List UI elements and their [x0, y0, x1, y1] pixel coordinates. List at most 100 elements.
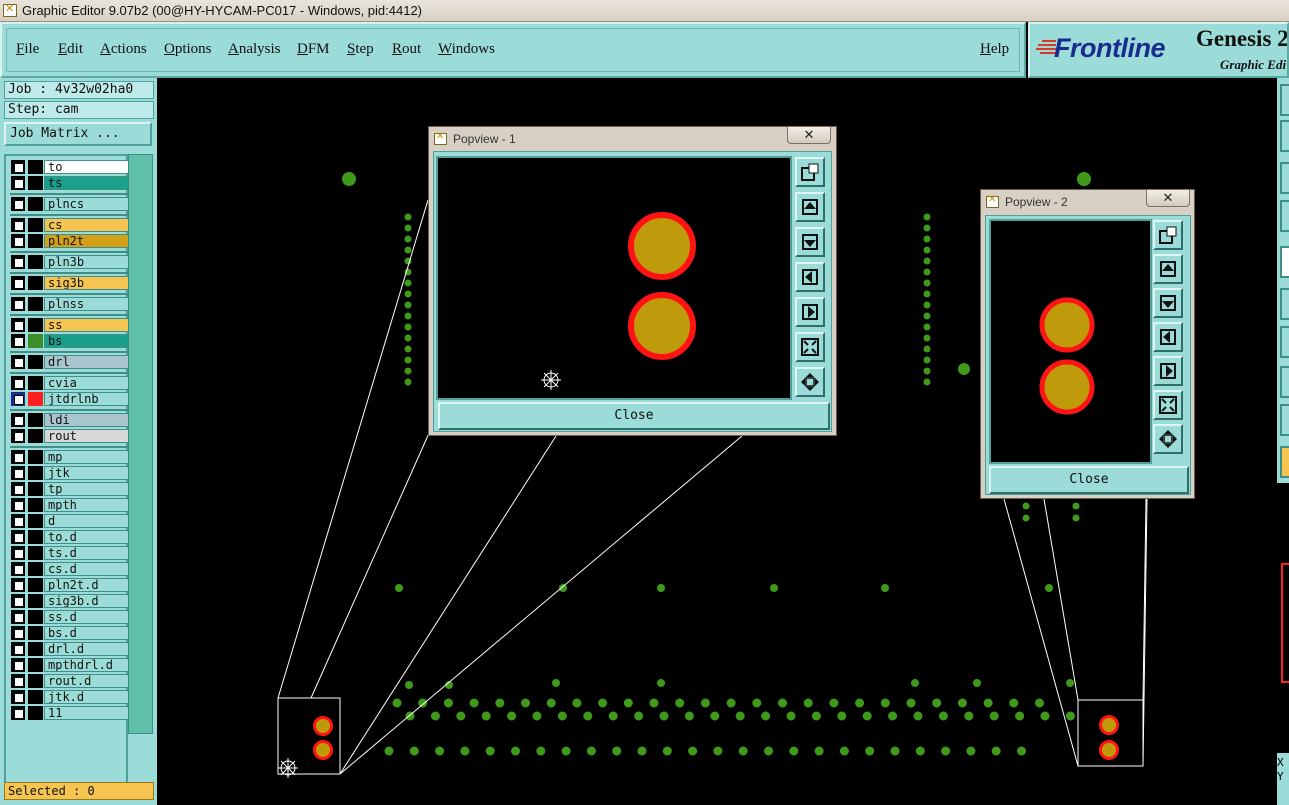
popview-1-close-x[interactable]: ✕ [787, 126, 831, 144]
layer-checkbox[interactable] [11, 482, 25, 496]
layer-row[interactable]: jtdrlnb [10, 392, 130, 406]
layer-name[interactable]: cs.d [44, 562, 130, 576]
layer-checkbox[interactable] [11, 255, 25, 269]
menu-options[interactable]: Options [164, 41, 212, 58]
layer-checkbox[interactable] [11, 218, 25, 232]
layer-color-swatch[interactable] [28, 562, 43, 576]
menu-actions[interactable]: Actions [100, 41, 147, 58]
menu-help[interactable]: Help [980, 41, 1009, 58]
pan-up-button[interactable] [1153, 254, 1183, 284]
layer-row[interactable]: to.d [10, 530, 130, 544]
layer-color-swatch[interactable] [28, 546, 43, 560]
layer-checkbox[interactable] [11, 690, 25, 704]
layer-checkbox[interactable] [11, 234, 25, 248]
layer-color-swatch[interactable] [28, 642, 43, 656]
popview-2-viewport[interactable] [989, 219, 1152, 464]
right-tool-button[interactable] [1280, 404, 1289, 436]
pan-right-button[interactable] [795, 297, 825, 327]
layer-color-swatch[interactable] [28, 413, 43, 427]
layer-name[interactable]: plncs [44, 197, 130, 211]
layer-checkbox[interactable] [11, 413, 25, 427]
layer-row[interactable]: ldi [10, 413, 130, 427]
layer-color-swatch[interactable] [28, 706, 43, 720]
layer-color-swatch[interactable] [28, 450, 43, 464]
layer-row[interactable]: cs [10, 218, 130, 232]
menu-file[interactable]: File [16, 41, 39, 58]
layer-name[interactable]: to.d [44, 530, 130, 544]
layer-row[interactable]: pln2t.d [10, 578, 130, 592]
layer-row[interactable]: plncs [10, 197, 130, 211]
right-tool-button[interactable] [1280, 326, 1289, 358]
layer-row[interactable]: sig3b.d [10, 594, 130, 608]
layer-row[interactable]: ts.d [10, 546, 130, 560]
layer-checkbox[interactable] [11, 546, 25, 560]
layer-checkbox[interactable] [11, 429, 25, 443]
layer-name[interactable]: plnss [44, 297, 130, 311]
layer-row[interactable]: d [10, 514, 130, 528]
layer-row[interactable]: ss [10, 318, 130, 332]
right-tool-button[interactable] [1280, 120, 1289, 152]
menu-dfm[interactable]: DFM [297, 41, 330, 58]
layer-checkbox[interactable] [11, 160, 25, 174]
layer-color-swatch[interactable] [28, 578, 43, 592]
layer-color-swatch[interactable] [28, 376, 43, 390]
layer-checkbox[interactable] [11, 658, 25, 672]
layer-checkbox[interactable] [11, 376, 25, 390]
layer-name[interactable]: mpthdrl.d [44, 658, 130, 672]
layer-row[interactable]: drl.d [10, 642, 130, 656]
layer-name[interactable]: to [44, 160, 130, 174]
layer-checkbox[interactable] [11, 626, 25, 640]
zoom-home-button[interactable] [795, 157, 825, 187]
layer-color-swatch[interactable] [28, 482, 43, 496]
layer-checkbox[interactable] [11, 276, 25, 290]
pan-left-button[interactable] [1153, 322, 1183, 352]
layer-row[interactable]: cs.d [10, 562, 130, 576]
pan-down-button[interactable] [1153, 288, 1183, 318]
layer-name[interactable]: drl [44, 355, 130, 369]
layer-name[interactable]: ts.d [44, 546, 130, 560]
layer-checkbox[interactable] [11, 706, 25, 720]
layer-color-swatch[interactable] [28, 234, 43, 248]
layer-color-swatch[interactable] [28, 176, 43, 190]
layer-row[interactable]: cvia [10, 376, 130, 390]
layer-checkbox[interactable] [11, 334, 25, 348]
layer-row[interactable]: rout [10, 429, 130, 443]
menu-rout[interactable]: Rout [392, 41, 421, 58]
layer-row[interactable]: pln3b [10, 255, 130, 269]
right-tool-button[interactable] [1280, 162, 1289, 194]
layer-row[interactable]: mpthdrl.d [10, 658, 130, 672]
zoom-home-button[interactable] [1153, 220, 1183, 250]
layer-checkbox[interactable] [11, 498, 25, 512]
layer-checkbox[interactable] [11, 392, 25, 406]
layer-name[interactable]: sig3b.d [44, 594, 130, 608]
layer-checkbox[interactable] [11, 578, 25, 592]
layer-name[interactable]: mp [44, 450, 130, 464]
layer-checkbox[interactable] [11, 530, 25, 544]
layer-name[interactable]: pln3b [44, 255, 130, 269]
right-tool-button[interactable] [1280, 288, 1289, 320]
layer-name[interactable]: drl.d [44, 642, 130, 656]
layer-name[interactable]: d [44, 514, 130, 528]
right-tool-button[interactable] [1280, 366, 1289, 398]
pan-down-button[interactable] [795, 227, 825, 257]
layer-row[interactable]: sig3b [10, 276, 130, 290]
layer-row[interactable]: pln2t [10, 234, 130, 248]
popview-1-close-button[interactable]: Close [438, 402, 830, 430]
layer-color-swatch[interactable] [28, 498, 43, 512]
zoom-out-button[interactable] [795, 367, 825, 397]
layer-color-swatch[interactable] [28, 318, 43, 332]
layer-row[interactable]: to [10, 160, 130, 174]
layer-checkbox[interactable] [11, 176, 25, 190]
popview-1-viewport[interactable] [436, 156, 792, 400]
layer-color-swatch[interactable] [28, 674, 43, 688]
layer-name[interactable]: rout.d [44, 674, 130, 688]
layer-row[interactable]: rout.d [10, 674, 130, 688]
layer-name[interactable]: mpth [44, 498, 130, 512]
layer-name[interactable]: ss [44, 318, 130, 332]
layer-color-swatch[interactable] [28, 334, 43, 348]
menu-edit[interactable]: Edit [58, 41, 83, 58]
layer-name[interactable]: tp [44, 482, 130, 496]
layer-name[interactable]: ss.d [44, 610, 130, 624]
layer-name[interactable]: bs.d [44, 626, 130, 640]
layer-row[interactable]: mp [10, 450, 130, 464]
